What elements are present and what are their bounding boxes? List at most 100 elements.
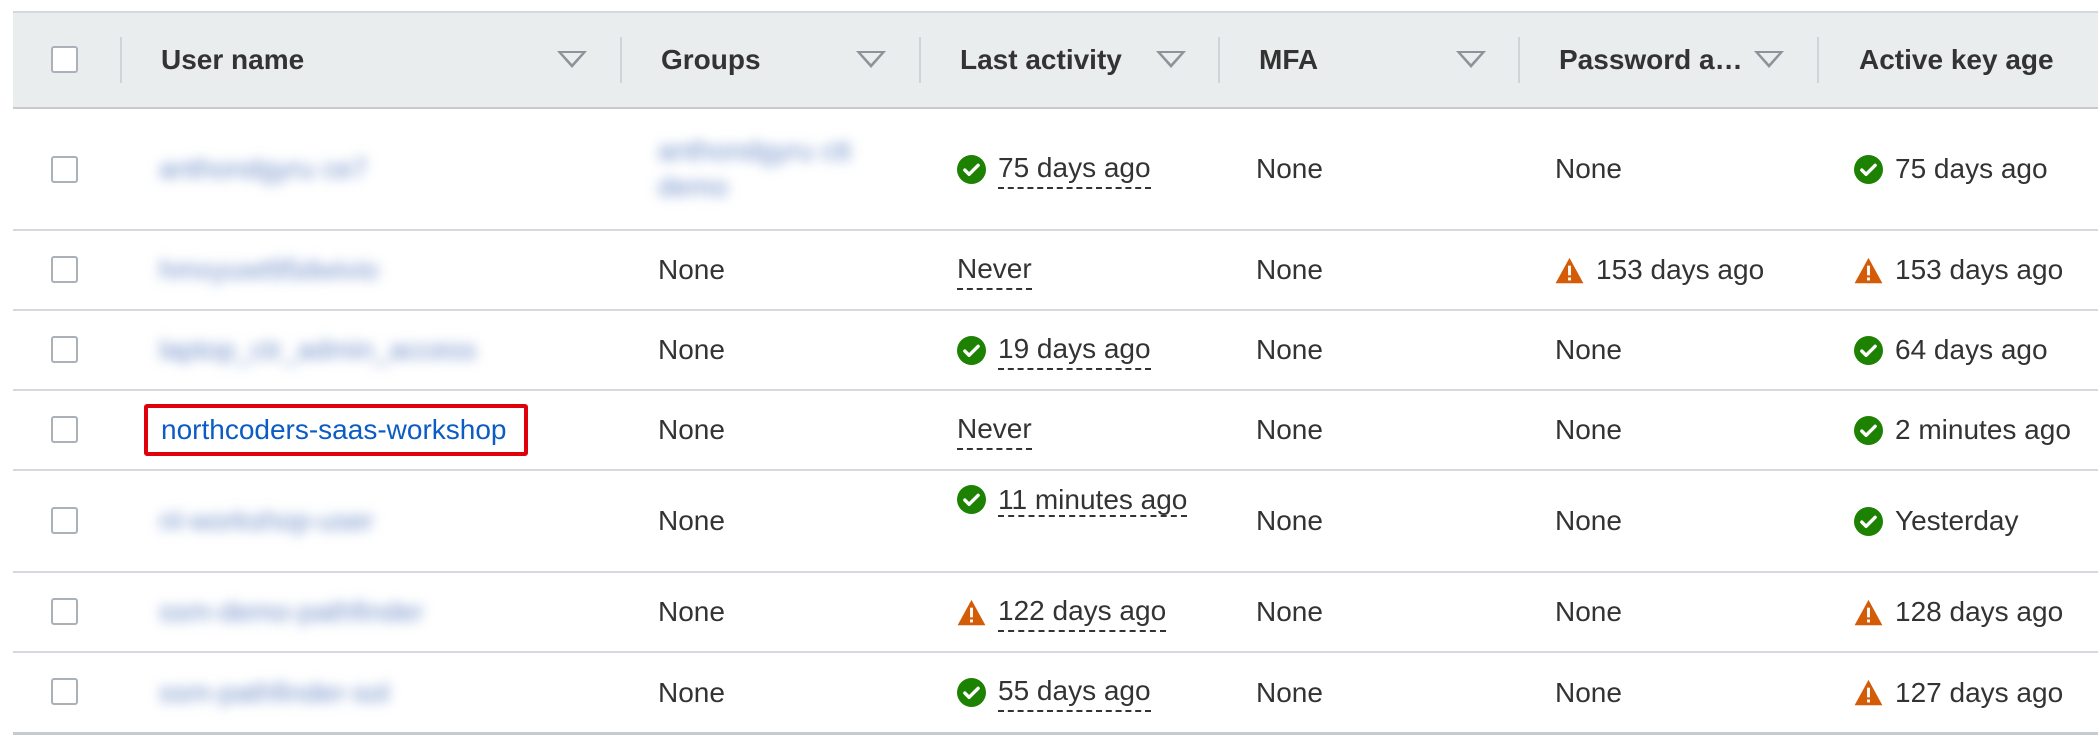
sort-groups-icon[interactable] (856, 51, 886, 68)
column-separator (620, 37, 622, 83)
column-header-user-name[interactable]: User name (161, 13, 304, 107)
check-circle-icon (1854, 506, 1883, 536)
active-key-age-text: 75 days ago (1895, 153, 2048, 184)
mfa-value: None (1256, 153, 1323, 184)
active-key-age-cell: 75 days ago (1854, 109, 2048, 229)
groups-value: None (658, 505, 725, 536)
groups-value: None (658, 676, 725, 708)
last-activity-text[interactable]: 122 days ago (998, 593, 1167, 632)
warning-triangle-icon (1854, 598, 1883, 627)
groups-value: None (658, 334, 725, 365)
user-name-link[interactable]: ssm-pathfinder-sol (159, 653, 389, 732)
column-separator (919, 37, 921, 83)
table-row: anthondgyru ce7 anthondgyru ctt demo 75 … (13, 109, 2098, 231)
groups-link[interactable]: anthondgyru ctt demo (658, 129, 868, 209)
row-checkbox[interactable] (51, 507, 78, 534)
last-activity-text[interactable]: Never (957, 251, 1032, 290)
password-age-value: None (1555, 153, 1622, 184)
groups-value: None (658, 596, 725, 627)
row-checkbox[interactable] (51, 256, 78, 283)
active-key-age-text: 127 days ago (1895, 676, 2064, 708)
table-header: User name Groups Last activity MFA Passw… (13, 13, 2098, 109)
password-age-value: None (1555, 414, 1622, 445)
column-separator (120, 37, 122, 83)
column-header-last-activity[interactable]: Last activity (960, 13, 1122, 107)
groups-value: None (658, 414, 725, 445)
check-circle-icon (957, 335, 986, 365)
mfa-value: None (1256, 334, 1323, 365)
user-name-link[interactable]: northcoders-saas-workshop (161, 414, 507, 446)
warning-triangle-icon (957, 598, 986, 627)
column-header-mfa[interactable]: MFA (1259, 13, 1318, 107)
last-activity-cell: 19 days ago (957, 311, 1151, 389)
active-key-age-text: 153 days ago (1895, 254, 2064, 285)
last-activity-text[interactable]: 55 days ago (998, 673, 1151, 712)
password-age-value: None (1555, 676, 1622, 708)
user-name-link[interactable]: ssm-demo-pathfinder (159, 573, 424, 651)
column-header-active-key-age[interactable]: Active key age (1859, 13, 2054, 107)
table-row: nl-workshop-user None 11 minutes ago Non… (13, 471, 2098, 573)
check-circle-icon (1854, 335, 1883, 365)
row-checkbox[interactable] (51, 336, 78, 363)
last-activity-text[interactable]: 19 days ago (998, 331, 1151, 370)
sort-user-name-icon[interactable] (557, 51, 587, 68)
last-activity-text[interactable]: 11 minutes ago (998, 484, 1188, 517)
active-key-age-cell: 2 minutes ago (1854, 391, 2071, 469)
row-checkbox[interactable] (51, 156, 78, 183)
check-circle-icon (957, 154, 986, 184)
active-key-age-text: 2 minutes ago (1895, 414, 2071, 445)
password-age-text: 153 days ago (1596, 254, 1765, 285)
password-age-cell: 153 days ago (1555, 231, 1764, 309)
password-age-value: None (1555, 596, 1622, 627)
mfa-value: None (1256, 596, 1323, 627)
sort-mfa-icon[interactable] (1456, 51, 1486, 68)
active-key-age-text: 128 days ago (1895, 596, 2064, 627)
active-key-age-cell: 127 days ago (1854, 653, 2063, 732)
password-age-value: None (1555, 505, 1622, 536)
password-age-value: None (1555, 334, 1622, 365)
row-checkbox[interactable] (51, 416, 78, 443)
column-separator (1218, 37, 1220, 83)
last-activity-cell: 11 minutes ago (957, 480, 1197, 520)
column-header-password-age[interactable]: Password a… (1559, 13, 1743, 107)
last-activity-cell: Never (957, 391, 1032, 469)
highlight-box: northcoders-saas-workshop (144, 404, 528, 456)
select-all-checkbox[interactable] (51, 46, 78, 73)
mfa-value: None (1256, 414, 1323, 445)
last-activity-text[interactable]: 75 days ago (998, 150, 1151, 189)
sort-password-age-icon[interactable] (1754, 51, 1784, 68)
check-circle-icon (1854, 415, 1883, 445)
last-activity-cell: 122 days ago (957, 573, 1167, 651)
check-circle-icon (957, 678, 986, 707)
last-activity-cell: Never (957, 231, 1032, 309)
groups-value: None (658, 254, 725, 285)
user-name-link[interactable]: anthondgyru ce7 (159, 109, 368, 229)
active-key-age-cell: 153 days ago (1854, 231, 2063, 309)
mfa-value: None (1256, 254, 1323, 285)
table-row: ssm-demo-pathfinder None 122 days ago No… (13, 573, 2098, 653)
table-row: hmxyuwt95dwivio None Never None 153 days… (13, 231, 2098, 311)
last-activity-cell: 55 days ago (957, 653, 1151, 732)
active-key-age-text: 64 days ago (1895, 334, 2048, 365)
user-name-link[interactable]: laptop_ctr_admin_access (159, 311, 477, 389)
check-circle-icon (1854, 154, 1883, 184)
column-separator (1817, 37, 1819, 83)
mfa-value: None (1256, 676, 1323, 708)
column-header-groups[interactable]: Groups (661, 13, 761, 107)
user-name-link[interactable]: nl-workshop-user (159, 471, 374, 571)
active-key-age-cell: 64 days ago (1854, 311, 2048, 389)
table-row: ssm-pathfinder-sol None 55 days ago None… (13, 653, 2098, 735)
row-checkbox[interactable] (51, 678, 78, 705)
last-activity-text[interactable]: Never (957, 411, 1032, 450)
sort-last-activity-icon[interactable] (1156, 51, 1186, 68)
row-checkbox[interactable] (51, 598, 78, 625)
mfa-value: None (1256, 505, 1323, 536)
column-separator (1518, 37, 1520, 83)
warning-triangle-icon (1854, 256, 1883, 285)
active-key-age-cell: Yesterday (1854, 471, 2019, 571)
users-table: User name Groups Last activity MFA Passw… (13, 13, 2098, 735)
table-row: laptop_ctr_admin_access None 19 days ago… (13, 311, 2098, 391)
user-name-link[interactable]: hmxyuwt95dwivio (159, 231, 378, 309)
active-key-age-text: Yesterday (1895, 505, 2019, 536)
last-activity-cell: 75 days ago (957, 109, 1151, 229)
